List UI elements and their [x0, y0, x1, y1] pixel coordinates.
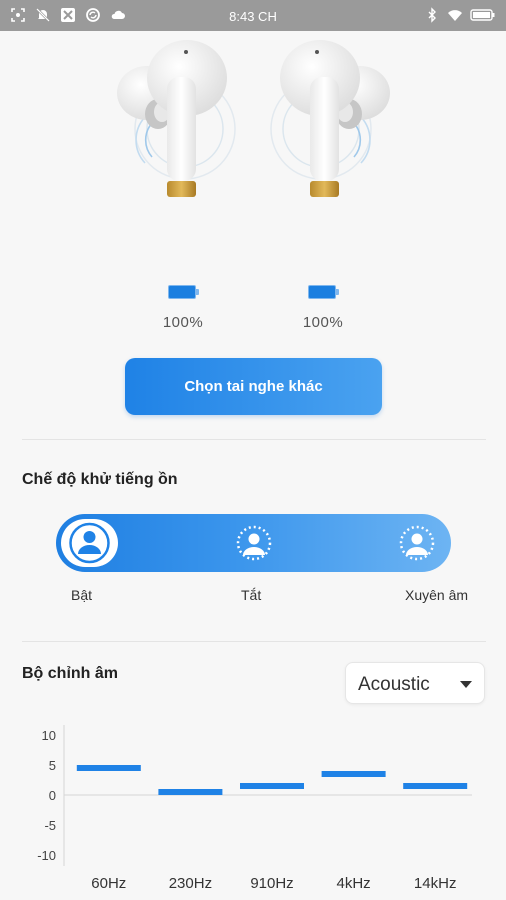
- noise-mode-transparency-label: Xuyên âm: [405, 587, 469, 603]
- eq-band-bar[interactable]: [76, 765, 141, 771]
- eq-band-bar[interactable]: [158, 789, 223, 795]
- y-tick-label: 10: [42, 728, 56, 743]
- left-earbud: [117, 40, 236, 197]
- y-tick-label: 0: [49, 788, 56, 803]
- noise-mode-transparency-button[interactable]: [392, 519, 442, 567]
- eq-band-bar[interactable]: [321, 771, 386, 777]
- x-tick-label: 910Hz: [250, 875, 293, 892]
- y-tick-label: -5: [44, 818, 56, 833]
- y-tick-label: -10: [37, 848, 56, 863]
- right-battery: 100%: [293, 285, 353, 331]
- noise-mode-off-button[interactable]: [229, 519, 279, 567]
- right-earbud: [270, 40, 390, 197]
- earbuds-illustration: [117, 40, 390, 197]
- person-dotted-icon: [399, 525, 435, 561]
- battery-level-icon: [307, 285, 339, 299]
- battery-level-icon: [167, 285, 199, 299]
- x-tick-label: 60Hz: [91, 875, 126, 892]
- person-icon: [69, 522, 110, 564]
- eq-band-bar[interactable]: [240, 783, 304, 789]
- x-tick-label: 4kHz: [337, 875, 371, 892]
- left-battery-percent: 100%: [162, 314, 204, 331]
- noise-control-title: Chế độ khử tiếng ồn: [22, 471, 178, 488]
- x-tick-label: 230Hz: [169, 875, 212, 892]
- noise-mode-off-label: Tắt: [241, 587, 262, 603]
- status-icons-right: [424, 7, 496, 23]
- right-battery-percent: 100%: [302, 314, 344, 331]
- y-tick-label: 5: [49, 758, 56, 773]
- person-dotted-icon: [236, 525, 272, 561]
- divider: [22, 439, 486, 440]
- noise-mode-on-label: Bật: [71, 587, 93, 603]
- battery-row: 100% 100%: [0, 285, 506, 335]
- chevron-down-icon: [460, 681, 472, 688]
- choose-other-earbuds-button[interactable]: Chọn tai nghe khác: [125, 358, 382, 415]
- wifi-icon: [448, 10, 462, 21]
- equalizer-chart: 10 5 0 -5 -10 60Hz 230Hz 910Hz 4kHz 14kHz: [37, 725, 472, 892]
- battery-icon: [470, 9, 495, 21]
- bluetooth-icon: [428, 7, 436, 23]
- left-battery: 100%: [153, 285, 213, 331]
- eq-band-bar[interactable]: [403, 783, 468, 789]
- status-bar: 8:43 CH: [0, 0, 506, 31]
- equalizer-preset-dropdown[interactable]: Acoustic: [345, 662, 485, 704]
- equalizer-title: Bộ chỉnh âm: [22, 665, 119, 682]
- noise-mode-on-button[interactable]: [61, 519, 118, 567]
- equalizer-preset-value: Acoustic: [358, 674, 430, 695]
- noise-mode-selector: [56, 514, 451, 572]
- x-tick-label: 14kHz: [414, 875, 457, 892]
- divider: [22, 641, 486, 642]
